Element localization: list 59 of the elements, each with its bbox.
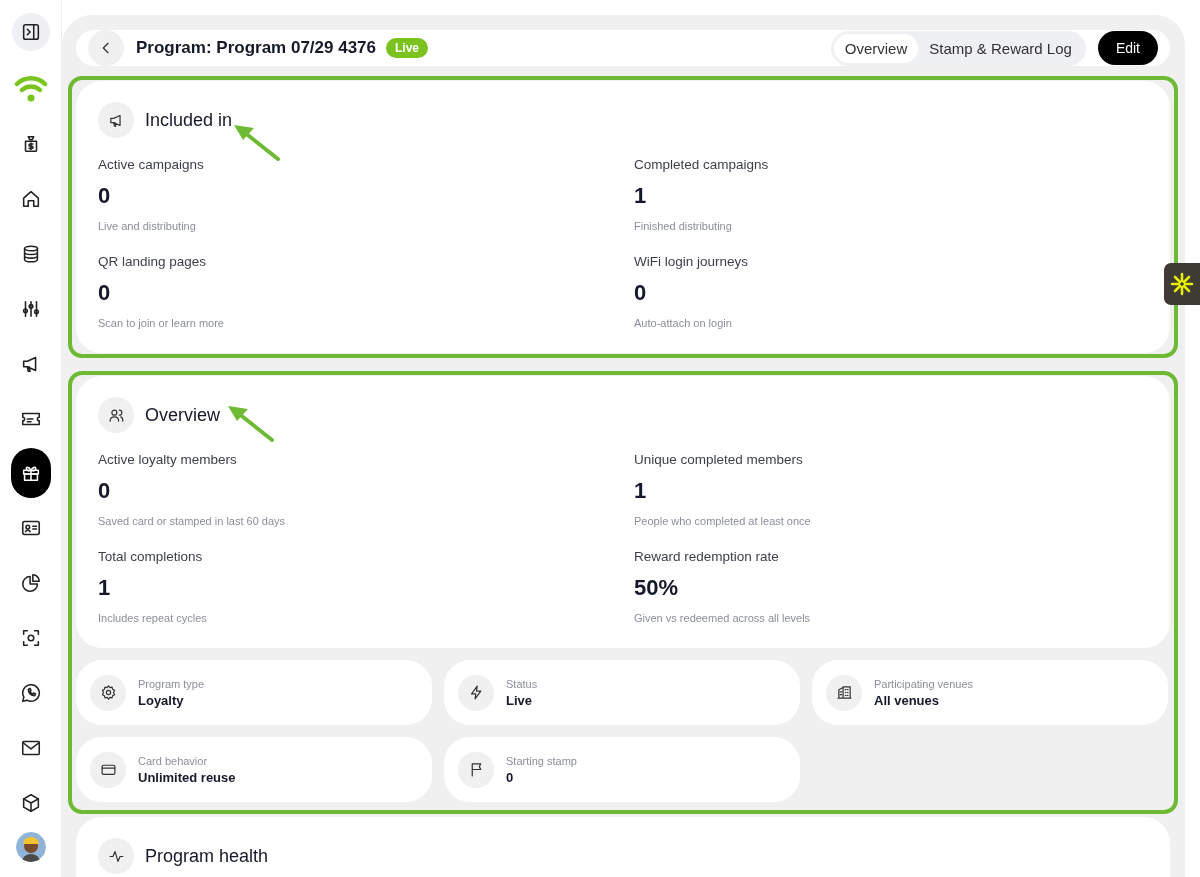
section-title: Program health <box>145 845 269 867</box>
gear-icon <box>90 674 126 711</box>
stat-label: Reward redemption rate <box>634 549 780 564</box>
pie-chart-icon <box>19 571 42 594</box>
stat-label: QR landing pages <box>98 254 208 269</box>
stat-label: Active loyalty members <box>98 452 238 467</box>
stat-note: People who completed at least once <box>634 515 812 527</box>
detail-value: 0 <box>506 769 515 785</box>
stat-value: 1 <box>98 575 112 601</box>
stat-label: Unique completed members <box>634 452 804 467</box>
tab[interactable]: Stamp & Reward Log <box>918 33 1083 63</box>
sidebar-item[interactable] <box>11 13 50 51</box>
stat-label: Total completions <box>98 549 204 564</box>
stat-value: 1 <box>634 478 648 504</box>
detail-value: Loyalty <box>138 692 185 708</box>
annotation-arrow <box>226 404 276 444</box>
detail-value: Unlimited reuse <box>138 769 236 785</box>
detail-value: All venues <box>874 692 941 708</box>
detail-label: Status <box>506 677 538 690</box>
stat-value: 50% <box>634 575 680 601</box>
detail-label: Participating venues <box>874 677 974 690</box>
building-icon <box>826 674 862 711</box>
stat-note: Scan to join or learn more <box>98 317 225 329</box>
stat-value: 1 <box>634 183 648 209</box>
page-title: Program: Program 07/29 4376 <box>136 38 376 58</box>
section-title: Included in <box>145 109 233 131</box>
detail-label: Card behavior <box>138 754 209 767</box>
asterisk-icon <box>1170 272 1194 296</box>
tab[interactable]: Overview <box>833 33 919 63</box>
stat-value: 0 <box>98 478 112 504</box>
stat-label: WiFi login journeys <box>634 254 750 269</box>
pulse-icon <box>98 838 134 874</box>
stat-value: 0 <box>634 280 648 306</box>
megaphone-icon <box>98 102 134 138</box>
lightning-icon <box>458 674 494 711</box>
card-icon <box>90 751 126 788</box>
avatar[interactable] <box>15 832 46 862</box>
detail-value: Live <box>506 692 533 708</box>
flag-icon <box>458 751 494 788</box>
status-badge: Live <box>386 38 429 58</box>
stat-note: Auto-attach on login <box>634 317 733 329</box>
stat-note: Saved card or stamped in last 60 days <box>98 515 287 527</box>
users-icon <box>98 397 134 433</box>
stat-note: Live and distributing <box>98 220 197 232</box>
stat-note: Given vs redeemed across all levels <box>634 612 812 624</box>
detail-label: Starting stamp <box>506 754 577 767</box>
assistant-button[interactable] <box>1164 263 1200 305</box>
section-title: Overview <box>145 404 220 426</box>
stat-value: 0 <box>98 280 112 306</box>
edit-button[interactable]: Edit <box>1097 31 1158 65</box>
stat-note: Finished distributing <box>634 220 733 232</box>
stat-label: Completed campaigns <box>634 157 770 172</box>
sidebar-item[interactable] <box>10 448 51 498</box>
stat-label: Active campaigns <box>98 157 205 172</box>
detail-label: Program type <box>138 677 205 690</box>
phone-chat-icon <box>19 681 42 704</box>
annotation-arrow <box>232 123 282 163</box>
stat-note: Includes repeat cycles <box>98 612 208 624</box>
stat-value: 0 <box>98 183 112 209</box>
